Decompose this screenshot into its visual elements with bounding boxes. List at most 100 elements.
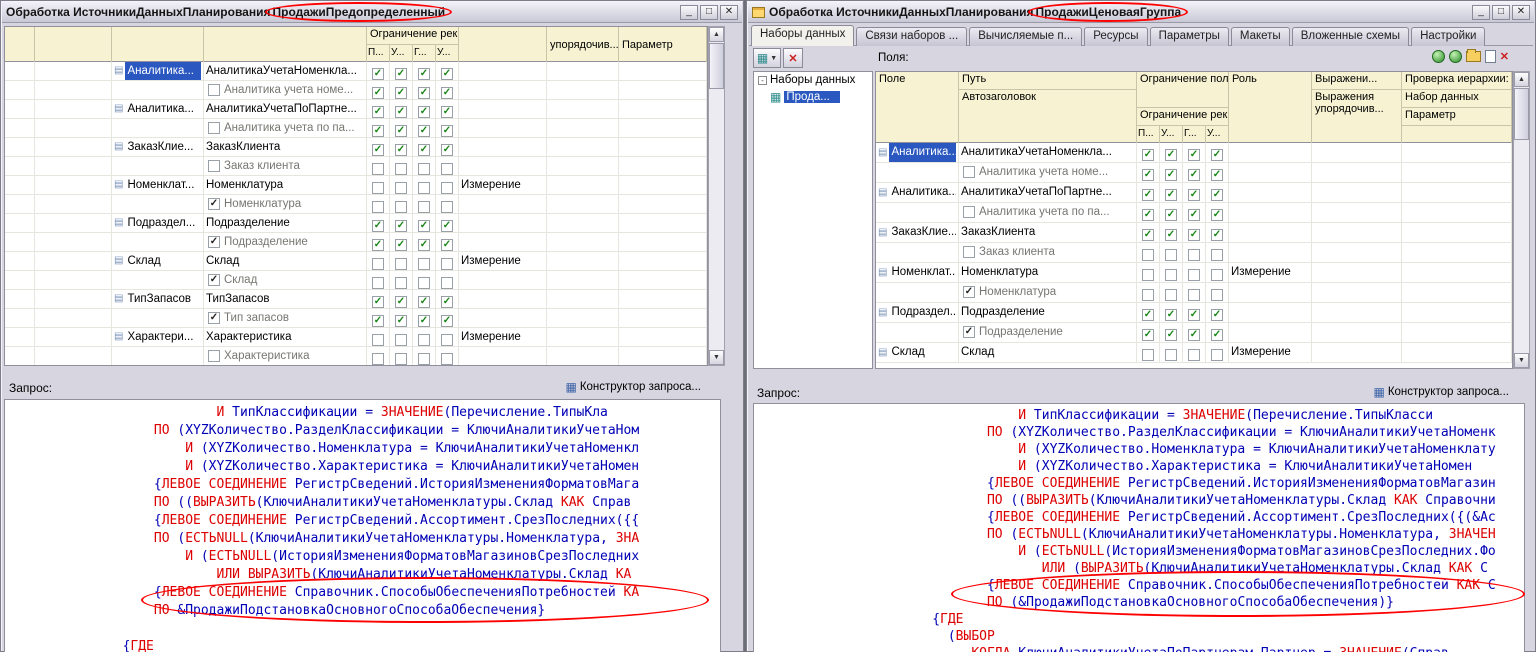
auto-title-row[interactable]: Аналитика учета номе...✓✓✓✓: [5, 81, 707, 100]
restriction-cell[interactable]: ✓: [367, 233, 390, 252]
path-cell[interactable]: Склад: [204, 252, 367, 271]
checkbox[interactable]: [395, 163, 407, 175]
field-cell[interactable]: ▤Подраздел...: [112, 214, 204, 233]
restriction-cell[interactable]: [1206, 263, 1229, 283]
spacer-cell[interactable]: [35, 176, 112, 195]
spacer-cell[interactable]: [5, 81, 35, 100]
role-cell[interactable]: [459, 195, 547, 214]
role-cell[interactable]: [459, 119, 547, 138]
query-text-area[interactable]: И ТипКлассификации = ЗНАЧЕНИЕ(Перечислен…: [753, 403, 1525, 652]
spacer-cell[interactable]: [35, 309, 112, 328]
restriction-cell[interactable]: ✓: [1183, 323, 1206, 343]
checkbox[interactable]: ✓: [441, 144, 453, 156]
checkbox[interactable]: [372, 277, 384, 289]
checkbox[interactable]: ✓: [1165, 329, 1177, 341]
checkbox[interactable]: [1211, 349, 1223, 361]
restriction-cell[interactable]: [413, 252, 436, 271]
restriction-cell[interactable]: [367, 157, 390, 176]
checkbox[interactable]: [418, 258, 430, 270]
spacer-cell[interactable]: [35, 347, 112, 366]
spacer-cell[interactable]: [5, 309, 35, 328]
restriction-cell[interactable]: ✓: [413, 138, 436, 157]
restriction-cell[interactable]: ✓: [1160, 163, 1183, 183]
spacer-cell[interactable]: [5, 176, 35, 195]
checkbox[interactable]: ✓: [395, 87, 407, 99]
spacer-cell[interactable]: [5, 138, 35, 157]
restriction-cell[interactable]: [1183, 263, 1206, 283]
scroll-down-icon[interactable]: ▼: [709, 350, 724, 365]
path-cell[interactable]: ЗаказКлиента: [204, 138, 367, 157]
checkbox[interactable]: [1142, 349, 1154, 361]
checkbox[interactable]: [441, 201, 453, 213]
spacer-cell[interactable]: [5, 62, 35, 81]
restriction-cell[interactable]: [436, 347, 459, 366]
expression-cell[interactable]: [1312, 203, 1402, 223]
field-row[interactable]: ▤Аналитика...АналитикаУчетаПоПартне...✓✓…: [876, 183, 1512, 203]
spacer-cell[interactable]: [5, 157, 35, 176]
tab-5[interactable]: Параметры: [1150, 27, 1229, 46]
checkbox[interactable]: [372, 258, 384, 270]
role-cell[interactable]: [1229, 283, 1312, 303]
spacer-cell[interactable]: [35, 119, 112, 138]
parameter-cell[interactable]: [619, 100, 707, 119]
spacer-cell[interactable]: [35, 328, 112, 347]
field-cell[interactable]: [112, 309, 204, 328]
path-cell[interactable]: Характеристика: [204, 328, 367, 347]
checkbox[interactable]: [1165, 289, 1177, 301]
checkbox[interactable]: ✓: [418, 106, 430, 118]
auto-title-cell[interactable]: Аналитика учета по па...: [204, 119, 367, 138]
checkbox[interactable]: [963, 206, 975, 218]
restriction-cell[interactable]: [367, 328, 390, 347]
field-cell[interactable]: [112, 195, 204, 214]
expression-cell[interactable]: [547, 252, 619, 271]
checkbox[interactable]: ✓: [963, 326, 975, 338]
spacer-cell[interactable]: [35, 290, 112, 309]
restriction-cell[interactable]: [413, 271, 436, 290]
checkbox[interactable]: [372, 334, 384, 346]
restriction-cell[interactable]: ✓: [367, 138, 390, 157]
checkbox[interactable]: ✓: [208, 312, 220, 324]
auto-title-row[interactable]: Заказ клиента: [5, 157, 707, 176]
checkbox[interactable]: [208, 160, 220, 172]
field-grid[interactable]: ▤Аналитика...АналитикаУчетаНоменкла...✓✓…: [875, 143, 1513, 369]
checkbox[interactable]: ✓: [372, 125, 384, 137]
scroll-thumb[interactable]: [709, 43, 724, 89]
checkbox[interactable]: ✓: [372, 144, 384, 156]
field-cell[interactable]: [112, 347, 204, 366]
checkbox[interactable]: [395, 277, 407, 289]
expression-cell[interactable]: [547, 81, 619, 100]
add-dataset-button[interactable]: ▦▼: [753, 48, 781, 68]
restriction-cell[interactable]: [1183, 243, 1206, 263]
restriction-cell[interactable]: [1137, 283, 1160, 303]
checkbox[interactable]: ✓: [418, 125, 430, 137]
checkbox[interactable]: ✓: [1142, 169, 1154, 181]
restriction-cell[interactable]: [367, 347, 390, 366]
checkbox[interactable]: ✓: [1142, 309, 1154, 321]
expression-cell[interactable]: [1312, 143, 1402, 163]
checkbox[interactable]: ✓: [1165, 229, 1177, 241]
query-text-area[interactable]: И ТипКлассификации = ЗНАЧЕНИЕ(Перечислен…: [4, 399, 721, 652]
expression-cell[interactable]: [1312, 183, 1402, 203]
parameter-cell[interactable]: [619, 290, 707, 309]
expression-cell[interactable]: [547, 138, 619, 157]
field-cell[interactable]: [876, 243, 959, 263]
checkbox[interactable]: ✓: [372, 106, 384, 118]
minimize-button[interactable]: _: [1472, 5, 1490, 20]
parameter-cell[interactable]: [619, 81, 707, 100]
minimize-button[interactable]: _: [680, 5, 698, 20]
spacer-cell[interactable]: [5, 233, 35, 252]
checkbox[interactable]: ✓: [418, 315, 430, 327]
checkbox[interactable]: [372, 201, 384, 213]
path-cell[interactable]: Подразделение: [959, 303, 1137, 323]
expression-cell[interactable]: [1312, 283, 1402, 303]
tab-2[interactable]: Связи наборов ...: [856, 27, 967, 46]
spacer-cell[interactable]: [5, 290, 35, 309]
restriction-cell[interactable]: [436, 252, 459, 271]
auto-title-cell[interactable]: Аналитика учета номе...: [204, 81, 367, 100]
auto-title-cell[interactable]: Аналитика учета по па...: [959, 203, 1137, 223]
role-cell[interactable]: [1229, 243, 1312, 263]
restriction-cell[interactable]: ✓: [367, 100, 390, 119]
field-cell[interactable]: [112, 233, 204, 252]
checkbox[interactable]: ✓: [208, 274, 220, 286]
restriction-cell[interactable]: ✓: [367, 214, 390, 233]
